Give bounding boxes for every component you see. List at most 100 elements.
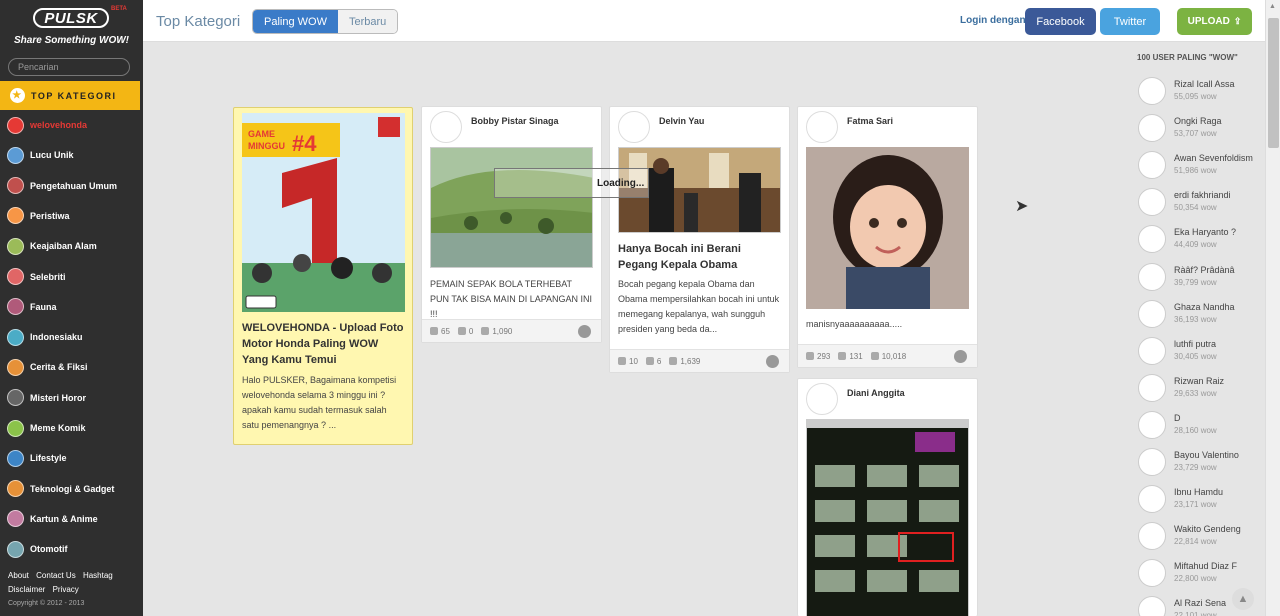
upload-button[interactable]: UPLOAD ⇪ [1177,8,1252,35]
avatar[interactable] [1138,596,1166,616]
tab-terbaru[interactable]: Terbaru [337,10,398,33]
sidebar-item-indonesiaku[interactable]: Indonesiaku [7,327,83,347]
avatar[interactable] [1138,522,1166,551]
svg-text:#4: #4 [292,131,317,156]
sidebar-item-lifestyle[interactable]: Lifestyle [7,448,67,468]
post-card[interactable]: Delvin Yau Hanya Bocah ini Berani Pegang… [609,106,790,373]
post-card[interactable]: GAME MINGGU #4 WELOVEHONDA - Upload Foto… [233,107,413,445]
sidebar-item-label: Misteri Horor [30,392,87,403]
category-badge-icon[interactable] [766,355,779,368]
search-input[interactable] [8,58,130,76]
sidebar-item-welovehonda[interactable]: welovehonda [7,115,87,135]
avatar[interactable] [1138,225,1166,254]
post-card[interactable]: Bobby Pistar Sinaga PEMAIN SEPAK BOLA TE… [421,106,602,343]
avatar[interactable] [1138,299,1166,328]
avatar[interactable] [1138,114,1166,143]
user-name[interactable]: luthfi putra [1174,339,1216,349]
sidebar-item-fauna[interactable]: Fauna [7,297,57,317]
scrollbar[interactable]: ▲ [1265,0,1280,616]
view-icon [669,357,678,365]
sidebar-item-selebriti[interactable]: Selebriti [7,267,66,287]
post-image[interactable] [806,419,969,616]
avatar[interactable] [1138,485,1166,514]
login-label: Login dengan [960,15,1026,26]
post-username[interactable]: Bobby Pistar Sinaga [471,116,559,126]
sidebar-item-misteri-horor[interactable]: Misteri Horor [7,388,86,408]
user-wow-count: 55,095 wow [1174,92,1217,101]
user-name[interactable]: Awan Sevenfoldism [1174,153,1253,163]
comment-icon[interactable] [838,352,847,360]
post-title[interactable]: WELOVEHONDA - Upload Foto Motor Honda Pa… [242,320,407,368]
avatar[interactable] [1138,373,1166,402]
sidebar-item-label: Cerita & Fiksi [30,362,88,373]
avatar[interactable] [1138,448,1166,476]
user-name[interactable]: Ongki Raga [1174,116,1222,126]
sidebar-item-keajaiban-alam[interactable]: Keajaiban Alam [7,236,97,256]
category-badge-icon[interactable] [578,325,591,338]
post-username[interactable]: Delvin Yau [659,116,704,126]
post-card[interactable]: Fatma Sari manisnyaaaaaaaaaa..... 293 13… [797,106,978,368]
sidebar-item-meme-komik[interactable]: Meme Komik [7,418,86,438]
user-name[interactable]: Eka Haryanto ? [1174,227,1236,237]
post-image[interactable] [806,147,969,309]
footer-link-hashtag[interactable]: Hashtag [83,571,113,580]
top-kategori-header[interactable]: ★ TOP KATEGORI [0,81,140,110]
sidebar-item-label: Kartun & Anime [30,513,98,524]
avatar[interactable] [1138,77,1166,105]
user-name[interactable]: erdi fakhriandi [1174,190,1231,200]
avatar[interactable] [1138,151,1166,180]
sidebar-item-kartun-anime[interactable]: Kartun & Anime [7,509,98,529]
sidebar-item-lucu-unik[interactable]: Lucu Unik [7,145,74,165]
sidebar-item-pengetahuan-umum[interactable]: Pengetahuan Umum [7,176,117,196]
footer-link-about[interactable]: About [8,571,29,580]
top-kategori-label: TOP KATEGORI [31,90,117,101]
post-title[interactable]: Hanya Bocah ini Berani Pegang Kepala Oba… [618,241,783,273]
post-username[interactable]: Diani Anggita [847,388,905,398]
twitter-login-button[interactable]: Twitter [1100,8,1160,35]
avatar[interactable] [430,111,462,143]
user-name[interactable]: Ghaza Nandha [1174,302,1235,312]
post-image[interactable]: GAME MINGGU #4 [242,113,405,312]
sidebar-item-otomotif[interactable]: Otomotif [7,539,68,559]
sidebar-item-cerita-fiksi[interactable]: Cerita & Fiksi [7,357,88,377]
user-name[interactable]: Bayou Valentino [1174,450,1239,460]
footer-link-disclaimer[interactable]: Disclaimer [8,585,45,594]
like-count: 10 [629,356,638,366]
scrollbar-thumb[interactable] [1268,18,1279,148]
post-username[interactable]: Fatma Sari [847,116,893,126]
scroll-up-arrow-icon[interactable]: ▲ [1269,3,1276,10]
avatar[interactable] [1138,410,1166,439]
comment-count: 6 [656,356,662,366]
category-badge-icon[interactable] [954,350,967,363]
comment-icon[interactable] [457,327,466,335]
avatar[interactable] [1138,559,1166,588]
user-name[interactable]: Rizwan Raiz [1174,376,1224,386]
facebook-login-button[interactable]: Facebook [1025,8,1096,35]
avatar[interactable] [1138,188,1166,217]
sidebar-item-peristiwa[interactable]: Peristiwa [7,206,70,226]
user-name[interactable]: Rizal Icall Assa [1174,79,1235,89]
sidebar-item-teknologi-gadget[interactable]: Teknologi & Gadget [7,479,114,499]
post-image[interactable] [430,147,593,268]
post-card[interactable]: Diani Anggita [797,378,978,616]
user-name[interactable]: Miftahud Diaz F [1174,561,1237,571]
user-name[interactable]: Al Razi Sena [1174,598,1226,608]
user-name[interactable]: Ibnu Hamdu [1174,487,1223,497]
user-name[interactable]: Wakito Gendeng [1174,524,1241,534]
avatar[interactable] [806,383,838,415]
avatar[interactable] [1138,262,1166,291]
avatar[interactable] [618,111,650,143]
footer-link-privacy[interactable]: Privacy [53,585,79,594]
pulsk-logo[interactable]: PULSK [33,8,109,28]
footer-link-contact[interactable]: Contact Us [36,571,76,580]
comment-icon[interactable] [645,357,654,365]
avatar[interactable] [1138,336,1166,365]
avatar[interactable] [806,111,838,143]
like-icon[interactable] [618,357,626,365]
user-name[interactable]: D [1174,413,1181,423]
scroll-to-top-button[interactable]: ▲ [1232,588,1254,610]
like-icon[interactable] [806,352,814,360]
tab-paling-wow[interactable]: Paling WOW [253,10,338,33]
user-name[interactable]: Ràâf? Prâdànâ [1174,265,1235,275]
like-icon[interactable] [430,327,438,335]
